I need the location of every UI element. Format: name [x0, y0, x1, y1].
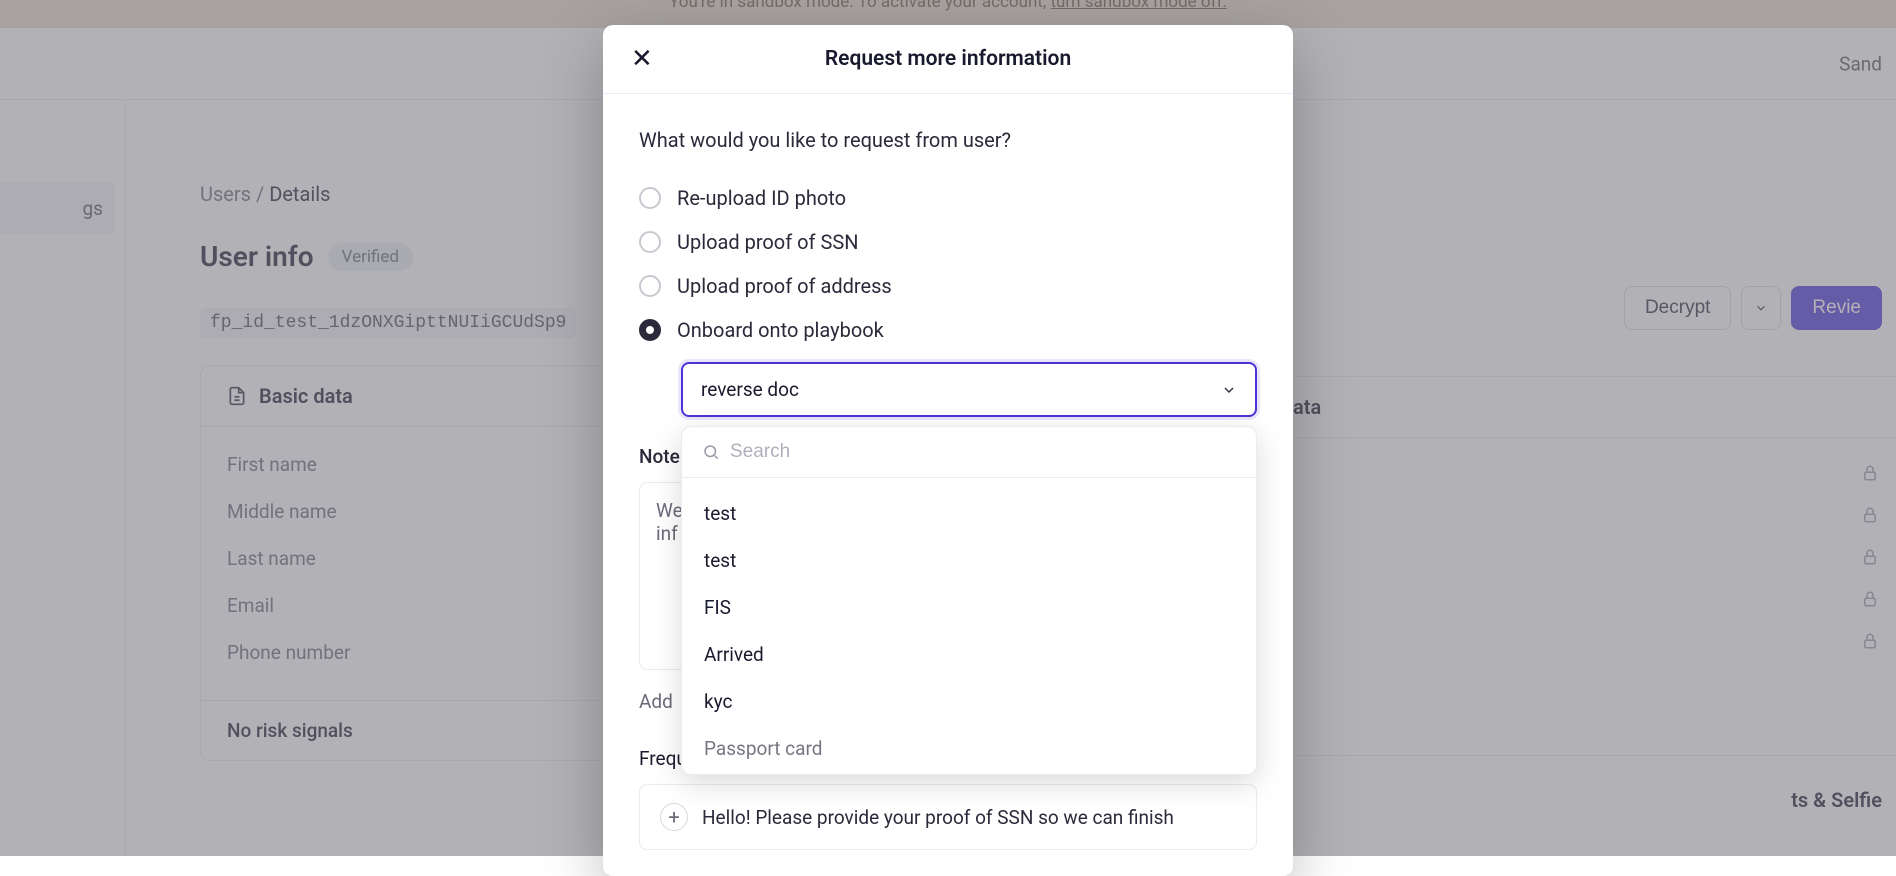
search-icon [702, 443, 720, 461]
dropdown-search-input[interactable] [730, 441, 1236, 463]
frequent-note-item[interactable]: + Hello! Please provide your proof of SS… [639, 784, 1257, 850]
radio-reupload-id[interactable]: Re-upload ID photo [639, 176, 1257, 220]
dropdown-item[interactable]: test [682, 537, 1256, 584]
chevron-down-icon [1221, 382, 1237, 398]
frequent-note-text: Hello! Please provide your proof of SSN … [702, 806, 1174, 829]
radio-onboard-playbook[interactable]: Onboard onto playbook [639, 308, 1257, 352]
playbook-select[interactable]: reverse doc [681, 362, 1257, 417]
radio-circle-icon [639, 275, 661, 297]
modal-header: ✕ Request more information [603, 25, 1293, 94]
modal-prompt: What would you like to request from user… [639, 128, 1257, 152]
dropdown-item[interactable]: FIS [682, 584, 1256, 631]
radio-proof-address[interactable]: Upload proof of address [639, 264, 1257, 308]
radio-circle-icon [639, 319, 661, 341]
plus-icon: + [660, 803, 688, 831]
select-value: reverse doc [701, 378, 799, 401]
dropdown-item[interactable]: test [682, 490, 1256, 537]
radio-label: Re-upload ID photo [677, 186, 846, 210]
radio-label: Upload proof of address [677, 274, 892, 298]
dropdown-item[interactable]: kyc [682, 678, 1256, 725]
modal-title: Request more information [631, 47, 1265, 71]
dropdown-item[interactable]: Passport card [682, 725, 1256, 772]
radio-label: Onboard onto playbook [677, 318, 884, 342]
playbook-dropdown: test test FIS Arrived kyc Passport card [681, 426, 1257, 775]
dropdown-item[interactable]: Arrived [682, 631, 1256, 678]
request-info-modal: ✕ Request more information What would yo… [603, 25, 1293, 876]
close-icon[interactable]: ✕ [631, 46, 653, 72]
radio-circle-icon [639, 187, 661, 209]
radio-label: Upload proof of SSN [677, 230, 858, 254]
radio-circle-icon [639, 231, 661, 253]
radio-proof-ssn[interactable]: Upload proof of SSN [639, 220, 1257, 264]
